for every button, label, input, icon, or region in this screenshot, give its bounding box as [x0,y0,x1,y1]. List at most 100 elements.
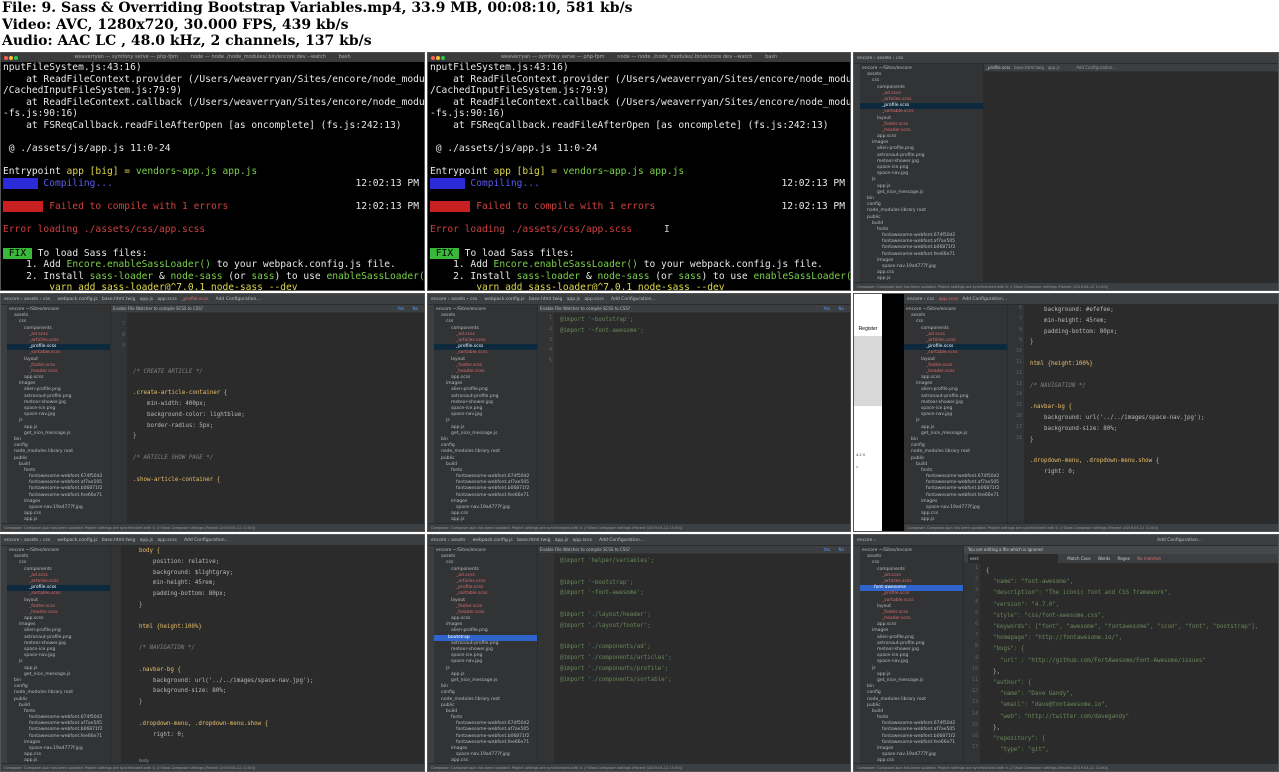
terminal-output: nputFileSystem.js:43:16) at ReadFileCont… [430,62,851,291]
line-number: 7 [121,321,125,327]
terminal-line: at ReadFileContext.provider (/Users/weav… [453,73,850,85]
file-info: File: 9. Sass & Overriding Bootstrap Var… [2,0,633,16]
thumbnail-1-terminal: weaverryan — symfony serve — php-fpm nod… [0,52,425,291]
code-area[interactable]: /* CREATE ARTICLE */ .create-article-con… [133,345,424,485]
line-gutter: 1 2 3 4 5 [538,313,554,523]
project-tree: encore ~/Sites/encore assets css components… [434,305,538,523]
code-line: }, [986,668,1000,675]
ide-toolbar: encore › assets webpack.config.js base.h… [428,535,850,546]
code-line: @import './components/articles'; [560,655,672,662]
file-watcher-prompt: Enable File Watcher to compile SCSS to C… [540,547,630,552]
audio-info: Audio: AAC LC , 48.0 kHz, 2 channels, 13… [2,33,372,49]
terminal-line: at ReadFileContext.provider (/Users/weav… [26,73,425,85]
code-line: background: $lightgray; [139,569,234,576]
line-number: 4 [548,347,552,354]
editor-tabs: _profile.scss base.html.twig app.js Add … [984,64,1278,72]
terminal-line: /CachedInputFileSystem.js:79:9) [3,85,183,97]
code-line: "version": "4.7.0", [986,601,1060,608]
editor-pane: Enable File Watcher to compile SCSS to C… [538,305,850,523]
code-area[interactable]: body { position: relative; background: $… [139,546,424,740]
terminal-titlebar: weaverryan — symfony serve — php-fpm nod… [428,53,850,62]
search-input[interactable]: vers [968,554,1058,563]
line-number: 1 [974,565,978,571]
code-line: @import './layout/header'; [560,611,651,618]
code-line: .create-article-container { [133,390,228,397]
thumbnail-8-ide: encore › assets webpack.config.js base.h… [427,534,851,772]
no-link[interactable]: No [413,305,418,313]
match-case-checkbox[interactable]: Match Case [1067,556,1090,561]
code-line: body { [139,548,160,554]
code-area[interactable]: { "name": "font-awesome", "description":… [986,566,1278,756]
line-number: 18 [1015,434,1022,441]
line-number: 6 [974,621,978,627]
line-number: 12 [1015,369,1022,376]
status-bar: Composer: Composer.json has been updated… [904,523,1278,531]
line-number: 2 [548,325,552,332]
code-area[interactable]: @import 'helper/variables'; @import '~bo… [560,556,850,686]
ide-toolbar: encore › assets › css webpack.config.js … [1,294,424,305]
line-number: 15 [971,721,978,728]
code-line: "url" : "http://github.com/FortAwesome/F… [986,657,1206,664]
register-link[interactable]: Register [854,294,882,332]
regex-checkbox[interactable]: Regex [1117,556,1129,561]
text-cursor-icon: I [664,224,670,236]
code-line: "style": "css/font-awesome.css", [986,612,1105,619]
ide-toolbar: encore › assets › css webpack.config.js … [428,294,850,305]
code-area[interactable]: background: #efefee; min-height: 45rem; … [1030,305,1278,478]
terminal-line: nputFileSystem.js:43:16) [3,62,142,73]
line-number: 9 [1018,337,1022,344]
line-number: 11 [971,677,978,683]
code-line: "name": "font-awesome", [986,579,1074,586]
code-line: html {height:100%} [1030,360,1093,367]
code-area[interactable]: @import '~bootstrap'; @import '~font-awes… [560,315,850,337]
code-line: .dropdown-menu, .dropdown-menu.show { [139,720,269,727]
thumbnail-4-ide: encore › assets › css webpack.config.js … [0,293,425,532]
code-line: @import './components/profile'; [560,665,669,672]
code-line: @import './components/ad'; [560,644,651,651]
no-link[interactable]: No [839,546,844,554]
line-number: 8 [121,331,125,338]
line-gutter: 7 8 9 [111,313,127,523]
editor-pane: _profile.scss base.html.twig app.js Add … [984,64,1278,282]
editor-pane: Enable File Watcher to compile SCSS to C… [111,305,424,523]
code-line: "type": "git", [986,747,1049,754]
yes-link[interactable]: Yes [824,546,830,554]
yes-link[interactable]: Yes [398,305,404,313]
code-line: } [1030,436,1034,443]
file-watcher-prompt: Enable File Watcher to compile SCSS to C… [540,306,630,311]
code-line: /* ARTICLE SHOW PAGE */ [133,454,214,461]
search-bar[interactable]: vers Match Case Words Regex No matches [964,554,1278,563]
ide-toolbar: encore › assets › css [854,53,1278,64]
line-number: 16 [971,733,978,739]
line-number: 15 [1015,402,1022,409]
terminal-line: at ReadFileContext.callback (/Users/weav… [26,96,425,108]
search-result: No matches [1137,556,1162,561]
line-number: 5 [974,609,978,616]
ide-window: encore › css app.scss Add Configuration.… [904,294,1278,531]
code-line: "web": "http://twitter.com/davegandy" [986,713,1130,720]
code-line: position: relative; [139,558,220,565]
words-checkbox[interactable]: Words [1098,556,1110,561]
line-number: 6 [1018,305,1022,311]
line-number: 3 [548,336,552,343]
line-number: 7 [974,632,978,639]
yes-link[interactable]: Yes [824,305,830,313]
terminal-line: -fs.js:90:16) [3,108,79,120]
code-line: } [1030,339,1034,346]
close-icon[interactable]: × [856,464,858,469]
no-link[interactable]: No [839,305,844,313]
line-gutter [111,546,121,763]
code-line: }, [986,724,1000,731]
line-number: 16 [1015,413,1022,419]
status-bar: Composer: Composer.json has been updated… [428,763,850,771]
code-line: @import './layout/footer'; [560,622,651,629]
project-tree: encore ~/Sites/encore assets css components… [7,546,111,763]
